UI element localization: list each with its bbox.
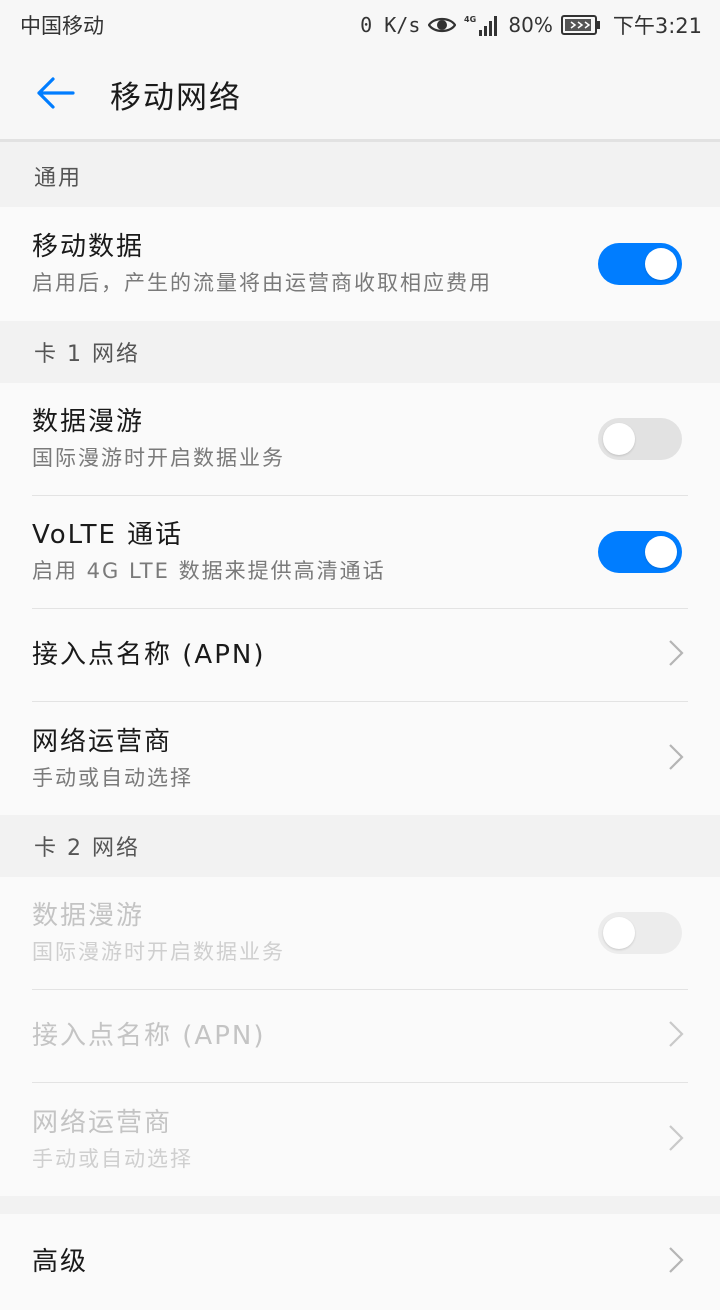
setting-subtitle: 手动或自动选择: [32, 1146, 193, 1171]
group-sim1: 数据漫游 国际漫游时开启数据业务 VoLTE 通话 启用 4G LTE 数据来提…: [0, 383, 720, 815]
setting-title: 网络运营商: [32, 1107, 173, 1138]
setting-title: 接入点名称 (APN): [32, 640, 266, 670]
clock: 下午3:21: [612, 14, 702, 38]
setting-subtitle: 国际漫游时开启数据业务: [32, 446, 285, 470]
setting-subtitle: 启用后，产生的流量将由运营商收取相应费用: [32, 271, 492, 295]
setting-title: 高级: [32, 1247, 89, 1277]
setting-sim1-roaming[interactable]: 数据漫游 国际漫游时开启数据业务: [32, 383, 688, 496]
battery-icon: [560, 14, 601, 36]
setting-text: 接入点名称 (APN): [32, 1019, 668, 1053]
network-speed: 0 K/s: [360, 13, 421, 37]
page-title: 移动网络: [110, 80, 242, 116]
chevron-right-icon: [668, 639, 684, 671]
toggle-knob: [645, 248, 677, 280]
setting-text: 网络运营商 手动或自动选择: [32, 1106, 668, 1174]
setting-advanced[interactable]: 高级: [32, 1214, 688, 1310]
setting-sim2-roaming: 数据漫游 国际漫游时开启数据业务: [32, 877, 688, 990]
group-sim2: 数据漫游 国际漫游时开启数据业务 接入点名称 (APN) 网络运营商 手动或自动…: [0, 877, 720, 1196]
setting-sim2-operator: 网络运营商 手动或自动选择: [32, 1083, 688, 1196]
setting-title: 接入点名称 (APN): [32, 1021, 266, 1051]
setting-title: VoLTE 通话: [32, 520, 184, 550]
section-header-sim2: 卡 2 网络: [0, 815, 720, 877]
chevron-right-icon: [668, 1246, 684, 1278]
back-button[interactable]: [0, 49, 110, 141]
setting-sim2-apn: 接入点名称 (APN): [32, 990, 688, 1083]
settings-list: 通用 移动数据 启用后，产生的流量将由运营商收取相应费用 卡 1 网络 数据漫游…: [0, 145, 720, 1310]
section-header-sim1: 卡 1 网络: [0, 321, 720, 383]
setting-sim1-volte[interactable]: VoLTE 通话 启用 4G LTE 数据来提供高清通话: [32, 496, 688, 609]
setting-mobile-data[interactable]: 移动数据 启用后，产生的流量将由运营商收取相应费用: [32, 207, 688, 321]
mobile-data-toggle[interactable]: [598, 243, 682, 285]
toggle-knob: [603, 917, 635, 949]
setting-title: 数据漫游: [32, 407, 145, 437]
chevron-right-icon: [668, 1124, 684, 1156]
toggle-knob: [645, 536, 677, 568]
app-bar: 移动网络: [0, 50, 720, 142]
sim1-roaming-toggle[interactable]: [598, 418, 682, 460]
back-arrow-icon: [35, 76, 75, 114]
chevron-right-icon: [668, 1020, 684, 1052]
setting-text: VoLTE 通话 启用 4G LTE 数据来提供高清通话: [32, 518, 598, 586]
group-advanced: 高级: [0, 1214, 720, 1310]
setting-sim1-apn[interactable]: 接入点名称 (APN): [32, 609, 688, 702]
battery-percent: 80%: [508, 13, 553, 37]
carrier-name: 中国移动: [20, 14, 104, 38]
setting-text: 移动数据 启用后，产生的流量将由运营商收取相应费用: [32, 230, 598, 298]
sim2-roaming-toggle: [598, 912, 682, 954]
chevron-right-icon: [668, 743, 684, 775]
setting-text: 数据漫游 国际漫游时开启数据业务: [32, 405, 598, 473]
status-bar: 中国移动 0 K/s 4G 80% 下午3:21: [0, 0, 720, 50]
setting-text: 高级: [32, 1245, 668, 1279]
setting-subtitle: 国际漫游时开启数据业务: [32, 940, 285, 964]
setting-text: 数据漫游 国际漫游时开启数据业务: [32, 899, 598, 967]
toggle-knob: [603, 423, 635, 455]
setting-title: 数据漫游: [32, 901, 145, 931]
eye-icon: [428, 15, 457, 35]
network-type-label: 4G: [464, 15, 476, 24]
signal-icon: 4G: [464, 14, 500, 36]
setting-subtitle: 启用 4G LTE 数据来提供高清通话: [32, 559, 386, 583]
status-indicators: 0 K/s 4G 80% 下午3:21: [360, 10, 702, 40]
section-spacer: [0, 1196, 720, 1214]
sim1-volte-toggle[interactable]: [598, 531, 682, 573]
group-general: 移动数据 启用后，产生的流量将由运营商收取相应费用: [0, 207, 720, 321]
setting-text: 接入点名称 (APN): [32, 638, 668, 672]
setting-title: 网络运营商: [32, 726, 173, 757]
setting-subtitle: 手动或自动选择: [32, 765, 193, 790]
section-header-general: 通用: [0, 145, 720, 207]
setting-title: 移动数据: [32, 232, 145, 262]
setting-sim1-operator[interactable]: 网络运营商 手动或自动选择: [32, 702, 688, 815]
setting-text: 网络运营商 手动或自动选择: [32, 725, 668, 793]
